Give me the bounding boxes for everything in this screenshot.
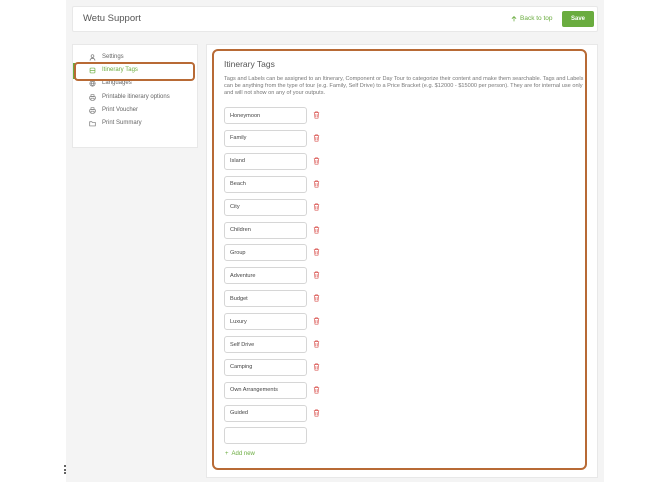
sidebar-item-printable-options[interactable]: Printable itinerary options <box>89 92 170 102</box>
trash-icon[interactable] <box>313 134 320 142</box>
tag-row <box>224 313 320 331</box>
tag-input[interactable] <box>224 290 307 308</box>
tag-row <box>224 129 320 147</box>
arrow-up-icon <box>511 15 517 21</box>
tag-row <box>224 267 320 285</box>
tag-row <box>224 336 320 353</box>
tag-input[interactable] <box>224 404 307 422</box>
tag-row <box>224 381 320 399</box>
panel-description: Tags and Labels can be assigned to an It… <box>224 76 584 96</box>
sidebar-item-label: Settings <box>102 54 124 60</box>
plus-icon: + <box>225 451 229 457</box>
tag-input[interactable] <box>224 129 307 147</box>
tag-row <box>224 152 320 170</box>
trash-icon[interactable] <box>313 409 320 417</box>
sidebar: Settings Itinerary Tags Languages Printa… <box>72 44 198 148</box>
tag-input[interactable] <box>224 175 307 193</box>
tag-row <box>224 290 320 308</box>
page-title: Itinerary Tags <box>224 59 275 69</box>
tag-input[interactable] <box>224 244 307 262</box>
sidebar-item-settings[interactable]: Settings <box>89 52 124 62</box>
trash-icon[interactable] <box>313 386 320 394</box>
tag-input[interactable] <box>224 198 307 216</box>
tag-input[interactable] <box>224 221 307 239</box>
sidebar-item-label: Print Voucher <box>102 107 139 113</box>
highlight-outline <box>74 62 195 81</box>
trash-icon[interactable] <box>313 340 320 348</box>
tag-row <box>224 198 320 216</box>
sidebar-item-label: Print Summary <box>102 120 142 126</box>
app-title: Wetu Support <box>83 13 141 24</box>
user-icon <box>89 53 96 61</box>
save-button[interactable]: Save <box>562 11 594 27</box>
sidebar-item-label: Printable itinerary options <box>102 94 170 100</box>
trash-icon[interactable] <box>313 271 320 279</box>
trash-icon[interactable] <box>313 203 320 211</box>
add-new-button[interactable]: + Add new <box>225 451 255 457</box>
tag-input[interactable] <box>224 313 307 331</box>
new-tag-input[interactable] <box>224 427 307 444</box>
trash-icon[interactable] <box>313 111 320 119</box>
tag-row <box>224 358 320 376</box>
tag-input[interactable] <box>224 107 307 124</box>
trash-icon[interactable] <box>313 363 320 371</box>
back-to-top-link[interactable]: Back to top <box>511 15 553 22</box>
trash-icon[interactable] <box>313 157 320 165</box>
printer-icon <box>89 93 96 101</box>
printer-icon <box>89 106 96 114</box>
back-to-top-label: Back to top <box>520 15 553 22</box>
top-bar: Wetu Support Back to top Save <box>72 6 598 32</box>
trash-icon[interactable] <box>313 180 320 188</box>
tag-row <box>224 175 320 193</box>
tag-input[interactable] <box>224 152 307 170</box>
tag-input[interactable] <box>224 358 307 376</box>
folder-icon <box>89 120 96 126</box>
trash-icon[interactable] <box>313 294 320 302</box>
trash-icon[interactable] <box>313 248 320 256</box>
tag-row <box>224 107 320 124</box>
tag-input[interactable] <box>224 267 307 285</box>
tag-row <box>224 244 320 262</box>
add-new-label: Add new <box>231 451 255 457</box>
tag-input[interactable] <box>224 381 307 399</box>
trash-icon[interactable] <box>313 225 320 234</box>
tag-row <box>224 404 320 422</box>
trash-icon[interactable] <box>313 317 320 325</box>
more-options-icon[interactable] <box>64 465 67 474</box>
tag-input[interactable] <box>224 336 307 353</box>
tag-row <box>224 221 320 239</box>
sidebar-item-print-voucher[interactable]: Print Voucher <box>89 105 138 115</box>
sidebar-item-print-summary[interactable]: Print Summary <box>89 118 142 128</box>
